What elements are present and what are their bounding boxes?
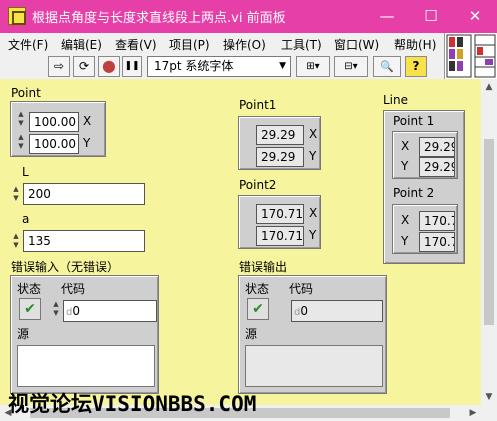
point-x-spinner[interactable]: ▲ ▼ <box>16 110 26 128</box>
point-cluster: ▲ ▼ 100.00 X ▲ ▼ 100.00 Y <box>10 101 106 157</box>
line-point1-label: Point 1 <box>393 114 435 128</box>
point1-y-label: Y <box>309 149 317 163</box>
error-in-code-input[interactable]: d0 <box>63 300 157 322</box>
line-p1-y-label: Y <box>401 159 409 173</box>
l-label: L <box>22 165 29 179</box>
point2-x-label: X <box>309 206 318 220</box>
menu-project[interactable]: 项目(P) <box>169 36 210 53</box>
l-input[interactable]: 200 <box>23 183 145 205</box>
scroll-up-icon[interactable]: ▲ <box>481 79 497 95</box>
error-out-code-value-box: d0 <box>291 300 383 322</box>
line-p1-x-label: X <box>401 139 410 153</box>
menu-view[interactable]: 查看(V) <box>115 36 157 53</box>
error-out-label: 错误输出 <box>239 260 288 274</box>
abort-icon[interactable]: ⬤ <box>98 56 120 77</box>
watermark-text: 视觉论坛VISIONBBS.COM <box>8 392 257 416</box>
point1-y-value: 29.29 <box>256 147 304 167</box>
line-p1-y-value: 29.29 <box>419 157 455 177</box>
menu-tools[interactable]: 工具(T) <box>281 36 322 53</box>
point-y-input[interactable]: 100.00 <box>29 134 79 154</box>
run-continuously-icon[interactable]: ⟳ <box>73 56 95 77</box>
point-label: Point <box>11 86 41 100</box>
font-select-label: 17pt 系统字体 <box>154 59 234 73</box>
point1-x-label: X <box>309 127 318 141</box>
point2-label: Point2 <box>239 178 277 192</box>
line-point2-cluster: X 170.71 Y 170.71 <box>392 204 458 254</box>
help-icon[interactable]: ? <box>405 56 427 77</box>
error-in-status-label: 状态 <box>17 282 42 296</box>
error-in-source-label: 源 <box>17 327 30 341</box>
menu-edit[interactable]: 编辑(E) <box>61 36 102 53</box>
point1-x-value: 29.29 <box>256 125 304 145</box>
menu-help[interactable]: 帮助(H) <box>394 36 436 53</box>
vertical-scrollbar[interactable]: ▲ ▼ <box>481 79 497 405</box>
maximize-button[interactable]: ☐ <box>409 0 453 33</box>
run-arrow-icon[interactable]: ⇨ <box>48 56 70 77</box>
error-out-cluster: 状态 代码 ✔ d0 源 <box>238 275 387 394</box>
connector-pane-icon[interactable] <box>444 33 497 79</box>
distribute-objects-icon[interactable]: ⊟▾ <box>334 56 368 77</box>
line-cluster: Point 1 X 29.29 Y 29.29 Point 2 X 170.71… <box>383 110 465 264</box>
toolbar: ⇨ ⟳ ⬤ ❚❚ 17pt 系统字体 ▼ ⊞▾ ⊟▾ 🔍 ? <box>0 53 440 79</box>
error-in-status-check-icon[interactable]: ✔ <box>19 298 41 320</box>
error-out-source-value <box>245 345 383 387</box>
scroll-down-icon[interactable]: ▼ <box>481 389 497 405</box>
point-x-input[interactable]: 100.00 <box>29 112 79 132</box>
l-spinner[interactable]: ▲ ▼ <box>11 185 21 203</box>
line-p1-x-value: 29.29 <box>419 137 455 157</box>
scroll-right-icon[interactable]: ▶ <box>465 405 481 421</box>
vertical-scroll-thumb[interactable] <box>484 139 494 325</box>
line-p2-x-value: 170.71 <box>419 211 455 231</box>
error-out-status-label: 状态 <box>245 282 270 296</box>
a-input[interactable]: 135 <box>23 230 145 252</box>
align-objects-icon[interactable]: ⊞▾ <box>296 56 330 77</box>
vi-icon <box>8 7 26 25</box>
point1-label: Point1 <box>239 98 277 112</box>
title-bar: 根据点角度与长度求直线段上两点.vi 前面板 — ☐ ✕ <box>0 0 497 33</box>
point2-y-label: Y <box>309 228 317 242</box>
error-in-code-spinner[interactable]: ▲ ▼ <box>51 300 61 318</box>
point-y-spinner[interactable]: ▲ ▼ <box>16 133 26 151</box>
menu-file[interactable]: 文件(F) <box>8 36 48 53</box>
error-in-code-value: 0 <box>72 304 80 318</box>
error-out-code-label: 代码 <box>289 282 314 296</box>
line-p2-x-label: X <box>401 213 410 227</box>
line-p2-y-label: Y <box>401 234 409 248</box>
point2-cluster: 170.71 X 170.71 Y <box>238 195 321 249</box>
error-in-source-input[interactable] <box>17 345 155 387</box>
point2-y-value: 170.71 <box>256 226 304 246</box>
error-in-label: 错误输入（无错误） <box>11 260 120 274</box>
line-label: Line <box>383 93 409 107</box>
error-in-code-label: 代码 <box>61 282 86 296</box>
line-point2-label: Point 2 <box>393 186 435 200</box>
a-label: a <box>22 212 30 226</box>
window-title: 根据点角度与长度求直线段上两点.vi 前面板 <box>32 11 286 26</box>
menu-window[interactable]: 窗口(W) <box>334 36 379 53</box>
error-out-status-check-icon: ✔ <box>247 298 269 320</box>
point-y-label: Y <box>83 136 91 150</box>
front-panel[interactable]: Point ▲ ▼ 100.00 X ▲ ▼ 100.00 Y L ▲ ▼ 200 a… <box>0 79 481 405</box>
line-p2-y-value: 170.71 <box>419 232 455 252</box>
error-out-code-value: 0 <box>300 304 308 318</box>
connector-pattern-icon <box>446 34 496 78</box>
line-point1-cluster: X 29.29 Y 29.29 <box>392 131 458 179</box>
error-in-cluster: 状态 代码 ✔ ▲ ▼ d0 源 <box>10 275 159 394</box>
point-x-label: X <box>83 114 92 128</box>
error-out-source-label: 源 <box>245 327 258 341</box>
minimize-button[interactable]: — <box>365 0 409 33</box>
point2-x-value: 170.71 <box>256 204 304 224</box>
a-spinner[interactable]: ▲ ▼ <box>11 232 21 250</box>
chevron-down-icon: ▼ <box>279 61 286 71</box>
menu-bar: 文件(F) 编辑(E) 查看(V) 项目(P) 操作(O) 工具(T) 窗口(W… <box>0 33 440 53</box>
point1-cluster: 29.29 X 29.29 Y <box>238 116 321 170</box>
search-icon[interactable]: 🔍 <box>373 56 401 77</box>
pause-icon[interactable]: ❚❚ <box>122 56 142 77</box>
menu-operate[interactable]: 操作(O) <box>223 36 266 53</box>
font-select[interactable]: 17pt 系统字体 ▼ <box>147 56 291 77</box>
close-button[interactable]: ✕ <box>453 0 497 33</box>
